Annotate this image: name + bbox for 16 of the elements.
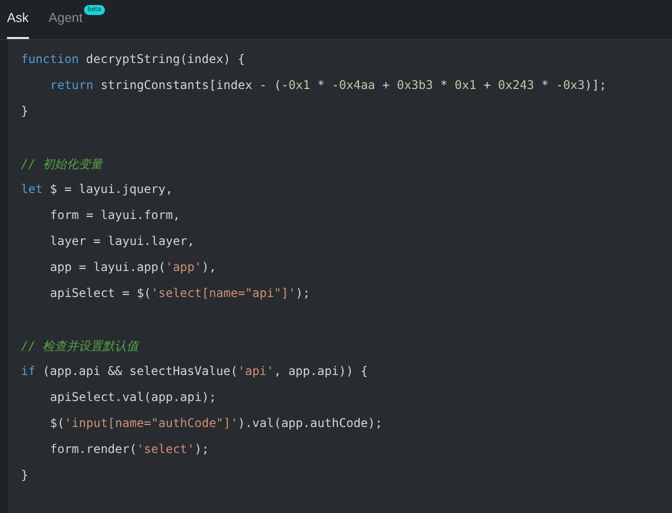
code-line: form = layui.form, xyxy=(50,208,180,224)
code-line: layer = layui.layer, xyxy=(50,234,194,250)
code-line: apiSelect = $('select[name="api"]'); xyxy=(50,286,310,302)
tab[interactable]: Ask xyxy=(7,0,29,39)
code-line: } xyxy=(21,468,28,484)
code-line: let $ = layui.jquery, xyxy=(21,182,173,198)
code-line: $('input[name="authCode"]').val(app.authCode); xyxy=(50,416,382,432)
code-line: form.render('select'); xyxy=(50,442,209,458)
code-line: } xyxy=(21,104,28,120)
code-line: app = layui.app('app'), xyxy=(50,260,216,276)
code-line: apiSelect.val(app.api); xyxy=(50,390,216,406)
code-line: function decryptString(index) { xyxy=(21,52,245,68)
code-comment: // 检查并设置默认值 xyxy=(21,338,139,355)
code-line: if (app.api && selectHasValue('api', app.api)) { xyxy=(21,364,368,380)
code-comment: // 初始化变量 xyxy=(21,156,103,173)
code-line: return stringConstants[index - (-0x1 * -0x4aa + 0x3b3 * 0x1 + 0x243 * -0x3)]; xyxy=(50,78,606,94)
